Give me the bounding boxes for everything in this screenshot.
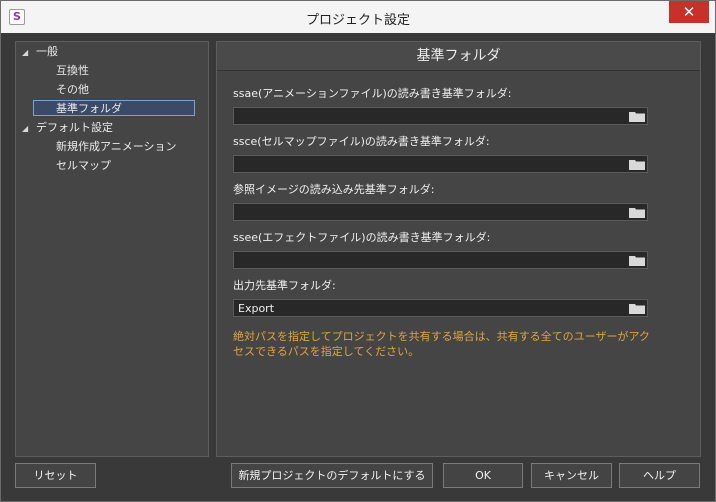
cancel-button[interactable]: キャンセル — [531, 463, 612, 488]
help-button[interactable]: ヘルプ — [619, 463, 700, 488]
output-folder-label: 出力先基準フォルダ: — [233, 279, 336, 292]
base-folder-panel: 基準フォルダ ssae(アニメーションファイル)の読み書き基準フォルダ: ssc… — [216, 41, 701, 457]
window-title: プロジェクト設定 — [305, 13, 410, 28]
ssce-folder-label: ssce(セルマップファイル)の読み書き基準フォルダ: — [233, 135, 490, 148]
tree-item-label: 互換性 — [56, 64, 89, 77]
tree-item-label: 新規作成アニメーション — [56, 140, 177, 153]
folder-browse-icon[interactable] — [629, 111, 645, 122]
reference-image-folder-label: 参照イメージの読み込み先基準フォルダ: — [233, 183, 435, 196]
ssae-folder-label: ssae(アニメーションファイル)の読み書き基準フォルダ: — [233, 87, 512, 100]
reset-button[interactable]: リセット — [15, 463, 96, 488]
shared-path-notice: 絶対パスを指定してプロジェクトを共有する場合は、共有する全てのユーザーがアクセス… — [233, 330, 650, 358]
tree-item-label: セルマップ — [56, 159, 111, 172]
tree-item-cellmap[interactable]: セルマップ — [56, 158, 111, 174]
folder-browse-icon[interactable] — [629, 303, 645, 314]
settings-tree: ◢ 一般 互換性 その他 基準フォルダ ◢ デフォルト設定 新規作成アニメーション … — [15, 41, 209, 457]
ssae-folder-input[interactable] — [233, 107, 648, 125]
make-default-button[interactable]: 新規プロジェクトのデフォルトにする — [231, 463, 433, 488]
tree-item-other[interactable]: その他 — [56, 82, 89, 98]
output-folder-input[interactable]: Export — [233, 299, 648, 317]
folder-browse-icon[interactable] — [629, 255, 645, 266]
tree-item-compatibility[interactable]: 互換性 — [56, 63, 89, 79]
tree-item-label: 一般 — [36, 45, 58, 58]
reference-image-folder-input[interactable] — [233, 203, 648, 221]
tree-item-label: デフォルト設定 — [36, 121, 113, 134]
ssee-folder-input[interactable] — [233, 251, 648, 269]
tree-item-general[interactable]: ◢ 一般 — [22, 44, 58, 60]
close-button[interactable]: ✕ — [669, 1, 709, 23]
tree-item-base-folder[interactable]: 基準フォルダ — [33, 100, 195, 116]
title-bar[interactable]: S プロジェクト設定 ✕ — [1, 1, 715, 33]
tree-item-default-settings[interactable]: ◢ デフォルト設定 — [22, 120, 113, 136]
ssee-folder-label: ssee(エフェクトファイル)の読み書き基準フォルダ: — [233, 231, 491, 244]
ssce-folder-input[interactable] — [233, 155, 648, 173]
tree-item-new-animation[interactable]: 新規作成アニメーション — [56, 139, 177, 155]
panel-title: 基準フォルダ — [217, 42, 700, 71]
ok-button[interactable]: OK — [443, 463, 523, 488]
expand-arrow-icon[interactable]: ◢ — [22, 45, 36, 61]
folder-browse-icon[interactable] — [629, 207, 645, 218]
tree-item-label: その他 — [56, 83, 89, 96]
tree-item-label: 基準フォルダ — [56, 102, 122, 115]
field-value: Export — [238, 302, 275, 315]
folder-browse-icon[interactable] — [629, 159, 645, 170]
project-settings-dialog: S プロジェクト設定 ✕ ◢ 一般 互換性 その他 基準フォルダ ◢ デフォルト設定… — [0, 0, 716, 502]
expand-arrow-icon[interactable]: ◢ — [22, 121, 36, 137]
